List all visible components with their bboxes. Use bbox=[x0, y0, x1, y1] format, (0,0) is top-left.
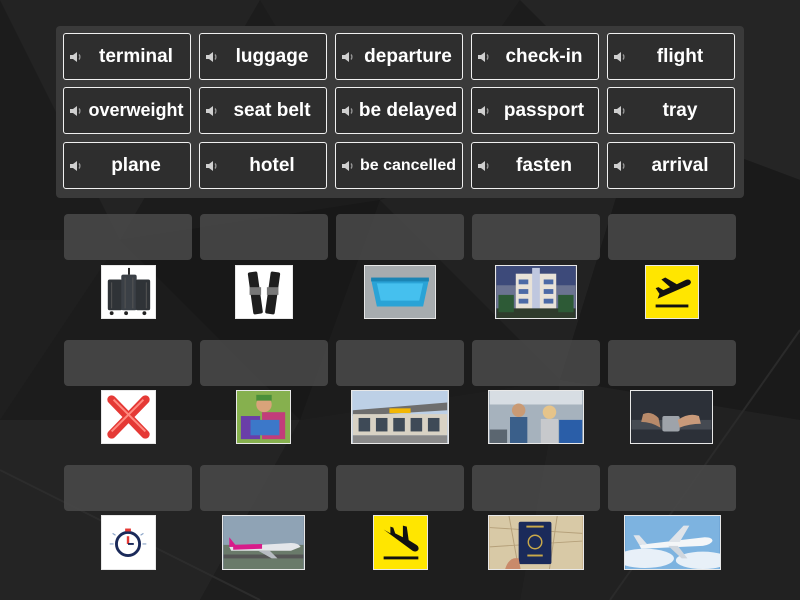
word-tile-label: flight bbox=[656, 45, 704, 67]
word-tile-hotel[interactable]: hotel bbox=[199, 142, 327, 189]
speaker-icon[interactable] bbox=[612, 49, 628, 65]
word-tile-plane[interactable]: plane bbox=[63, 142, 191, 189]
speaker-icon[interactable] bbox=[68, 49, 84, 65]
speaker-icon[interactable] bbox=[476, 158, 492, 174]
word-tile-label: be cancelled bbox=[359, 156, 457, 174]
drop-slot[interactable] bbox=[336, 340, 464, 386]
word-tile-check-in[interactable]: check-in bbox=[471, 33, 599, 80]
overweight-bags-image bbox=[236, 390, 291, 444]
drop-slot[interactable] bbox=[200, 465, 328, 511]
word-tile-label: seat belt bbox=[233, 99, 311, 121]
word-tile-departure[interactable]: departure bbox=[335, 33, 463, 80]
drop-slot[interactable] bbox=[608, 214, 736, 260]
drop-slot[interactable] bbox=[472, 340, 600, 386]
pink-airplane-image bbox=[222, 515, 305, 570]
speaker-icon[interactable] bbox=[204, 103, 220, 119]
drop-slot[interactable] bbox=[608, 340, 736, 386]
drop-slot[interactable] bbox=[64, 465, 192, 511]
word-tile-label: plane bbox=[111, 154, 161, 176]
red-cross-cancel-image bbox=[101, 390, 156, 444]
drop-slot[interactable] bbox=[64, 340, 192, 386]
speaker-icon[interactable] bbox=[476, 49, 492, 65]
drop-slot[interactable] bbox=[200, 340, 328, 386]
speaker-icon[interactable] bbox=[476, 103, 492, 119]
word-tile-label: departure bbox=[364, 45, 452, 67]
speaker-icon[interactable] bbox=[612, 158, 628, 174]
speaker-icon[interactable] bbox=[68, 103, 84, 119]
drop-slot[interactable] bbox=[472, 214, 600, 260]
word-tile-label: luggage bbox=[235, 45, 309, 67]
plane-flying-image bbox=[624, 515, 721, 570]
passport-image bbox=[488, 515, 584, 570]
hotel-building-image bbox=[495, 265, 577, 319]
word-tile-label: be delayed bbox=[358, 99, 458, 121]
word-tile-label: overweight bbox=[88, 100, 184, 120]
word-tile-be-delayed[interactable]: be delayed bbox=[335, 87, 463, 134]
check-in-desk-image bbox=[488, 390, 584, 444]
stopwatch-delay-image bbox=[101, 515, 156, 570]
drop-slot[interactable] bbox=[336, 465, 464, 511]
word-tile-arrival[interactable]: arrival bbox=[607, 142, 735, 189]
word-tile-label: tray bbox=[662, 99, 698, 121]
speaker-icon[interactable] bbox=[340, 103, 356, 119]
word-tile-passport[interactable]: passport bbox=[471, 87, 599, 134]
speaker-icon[interactable] bbox=[612, 103, 628, 119]
speaker-icon[interactable] bbox=[68, 158, 84, 174]
word-tile-label: fasten bbox=[516, 154, 572, 176]
word-tile-label: terminal bbox=[99, 45, 173, 67]
speaker-icon[interactable] bbox=[204, 158, 220, 174]
speaker-icon[interactable] bbox=[340, 158, 356, 174]
drop-slot[interactable] bbox=[472, 465, 600, 511]
word-tile-tray[interactable]: tray bbox=[607, 87, 735, 134]
suitcases-image bbox=[101, 265, 156, 319]
speaker-icon[interactable] bbox=[204, 49, 220, 65]
word-tile-label: hotel bbox=[249, 154, 295, 176]
arrival-sign-image bbox=[373, 515, 428, 570]
word-tile-overweight[interactable]: overweight bbox=[63, 87, 191, 134]
fastening-seatbelt-image bbox=[630, 390, 713, 444]
word-tile-terminal[interactable]: terminal bbox=[63, 33, 191, 80]
word-tile-flight[interactable]: flight bbox=[607, 33, 735, 80]
seat-belt-straps-image bbox=[235, 265, 293, 319]
drop-slot[interactable] bbox=[200, 214, 328, 260]
drop-slot[interactable] bbox=[336, 214, 464, 260]
word-tile-label: passport bbox=[503, 99, 585, 121]
airport-terminal-image bbox=[351, 390, 449, 444]
word-tile-label: check-in bbox=[505, 45, 583, 67]
speaker-icon[interactable] bbox=[340, 49, 356, 65]
word-tile-label: arrival bbox=[651, 154, 709, 176]
word-tile-luggage[interactable]: luggage bbox=[199, 33, 327, 80]
blue-tray-image bbox=[364, 265, 436, 319]
drop-slot[interactable] bbox=[608, 465, 736, 511]
word-bank: terminal luggage departure check-in flig… bbox=[56, 26, 744, 198]
word-tile-be-cancelled[interactable]: be cancelled bbox=[335, 142, 463, 189]
drop-slot[interactable] bbox=[64, 214, 192, 260]
departure-sign-image bbox=[645, 265, 699, 319]
word-tile-fasten[interactable]: fasten bbox=[471, 142, 599, 189]
word-tile-seat-belt[interactable]: seat belt bbox=[199, 87, 327, 134]
